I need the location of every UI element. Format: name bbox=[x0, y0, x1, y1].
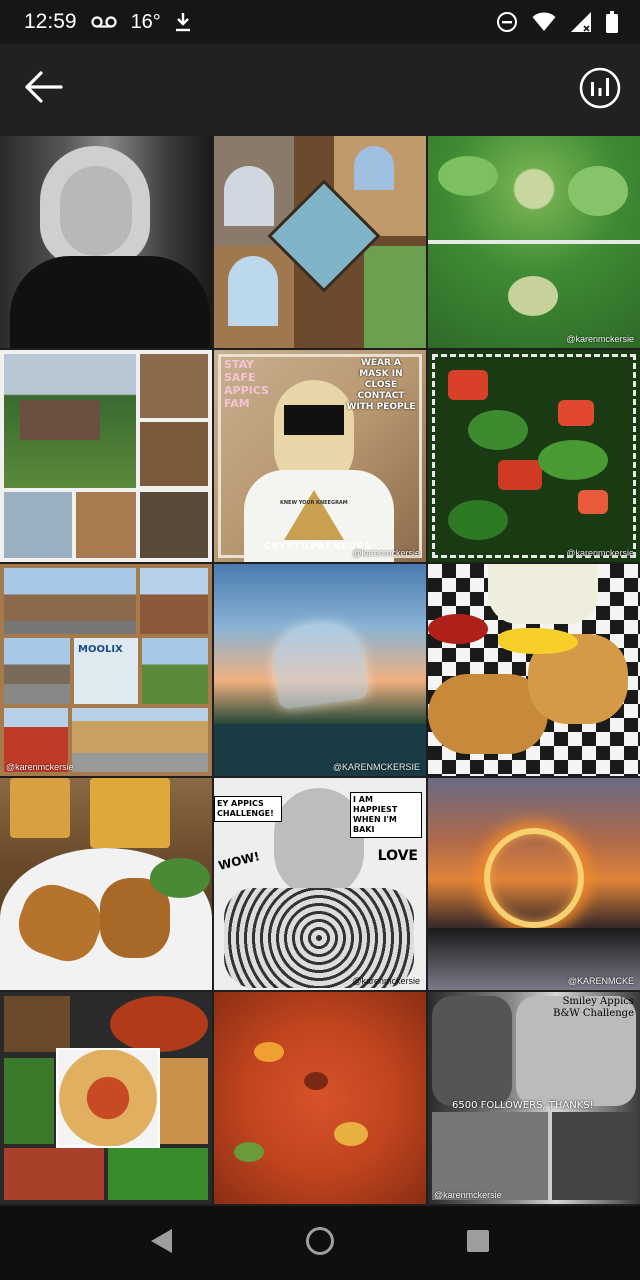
tile-caption: @karenmckersie bbox=[352, 548, 420, 558]
tile-stay-safe-mask[interactable]: STAY SAFE APPICS FAM WEAR A MASK IN CLOS… bbox=[214, 350, 426, 562]
signal-icon bbox=[570, 11, 592, 33]
tile-portrait-bw[interactable] bbox=[0, 136, 212, 348]
tile-glass-heart[interactable]: @KARENMCKERSIE bbox=[214, 564, 426, 776]
tile-caption: @karenmckersie bbox=[434, 1190, 502, 1200]
wear-mask-text: WEAR A MASK IN CLOSE CONTACT WITH PEOPLE bbox=[346, 358, 416, 412]
tile-caption: @KARENMCKERSIE bbox=[332, 762, 420, 772]
nav-home-icon bbox=[305, 1226, 335, 1261]
photo-grid: @karenmckersie STAY SAFE APPICS FAM WEAR… bbox=[0, 136, 640, 1206]
app-bar bbox=[0, 44, 640, 136]
nav-recents-button[interactable] bbox=[458, 1223, 498, 1263]
tile-caption: @karenmckersie bbox=[6, 762, 74, 772]
nav-back-button[interactable] bbox=[142, 1223, 182, 1263]
status-time: 12:59 bbox=[24, 10, 77, 33]
back-button[interactable] bbox=[18, 66, 68, 112]
download-icon bbox=[175, 12, 191, 32]
tile-chili-stew[interactable] bbox=[214, 992, 426, 1204]
status-bar: 12:59 16° bbox=[0, 0, 640, 44]
stats-button[interactable] bbox=[578, 66, 622, 110]
tile-caption: @karenmckersie bbox=[352, 976, 420, 986]
followers-text: 6500 FOLLOWERS, THANKS! bbox=[452, 1100, 594, 1111]
comic-bubble-left: EY APPICS CHALLENGE! bbox=[214, 796, 282, 822]
wifi-icon bbox=[532, 12, 556, 32]
tile-town-collage[interactable]: MOOLIX @karenmckersie bbox=[0, 564, 212, 776]
comic-love-text: LOVE bbox=[377, 848, 418, 864]
tile-salad[interactable]: @karenmckersie bbox=[428, 350, 640, 562]
tile-fire-ring-sunset[interactable]: @KARENMCKE bbox=[428, 778, 640, 990]
tile-fish-and-chips[interactable] bbox=[428, 564, 640, 776]
tile-cabin-interior-collage[interactable] bbox=[214, 136, 426, 348]
moolix-sign-text: MOOLIX bbox=[78, 644, 123, 655]
tile-cauliflower-plants[interactable]: @karenmckersie bbox=[428, 136, 640, 348]
tile-fish-and-beer[interactable] bbox=[0, 778, 212, 990]
shirt-text: KNEW YOUR KNEEGRAM bbox=[280, 500, 348, 506]
nav-home-button[interactable] bbox=[300, 1223, 340, 1263]
tile-caption: @karenmckersie bbox=[566, 548, 634, 558]
stats-icon bbox=[578, 67, 622, 114]
comic-bubble-right: I AM HAPPIEST WHEN I'M BAKI bbox=[350, 792, 422, 838]
tile-spaghetti-collage[interactable] bbox=[0, 992, 212, 1204]
nav-recents-icon bbox=[466, 1229, 490, 1258]
status-temperature: 16° bbox=[130, 10, 161, 33]
tile-caption: @karenmckersie bbox=[566, 334, 634, 344]
navigation-bar bbox=[0, 1206, 640, 1280]
tile-comic-challenge[interactable]: EY APPICS CHALLENGE! I AM HAPPIEST WHEN … bbox=[214, 778, 426, 990]
voicemail-icon bbox=[90, 15, 117, 29]
tile-bw-challenge[interactable]: Smiley Appics B&W Challenge 6500 FOLLOWE… bbox=[428, 992, 640, 1204]
bw-challenge-title: Smiley Appics B&W Challenge bbox=[553, 996, 634, 1019]
tile-caption: @KARENMCKE bbox=[567, 976, 634, 986]
stay-safe-text: STAY SAFE APPICS FAM bbox=[224, 358, 269, 410]
tile-cabin-exterior-collage[interactable] bbox=[0, 350, 212, 562]
nav-back-icon bbox=[150, 1228, 174, 1259]
dnd-icon bbox=[496, 11, 518, 33]
battery-icon bbox=[606, 11, 618, 33]
arrow-left-icon bbox=[23, 70, 63, 109]
